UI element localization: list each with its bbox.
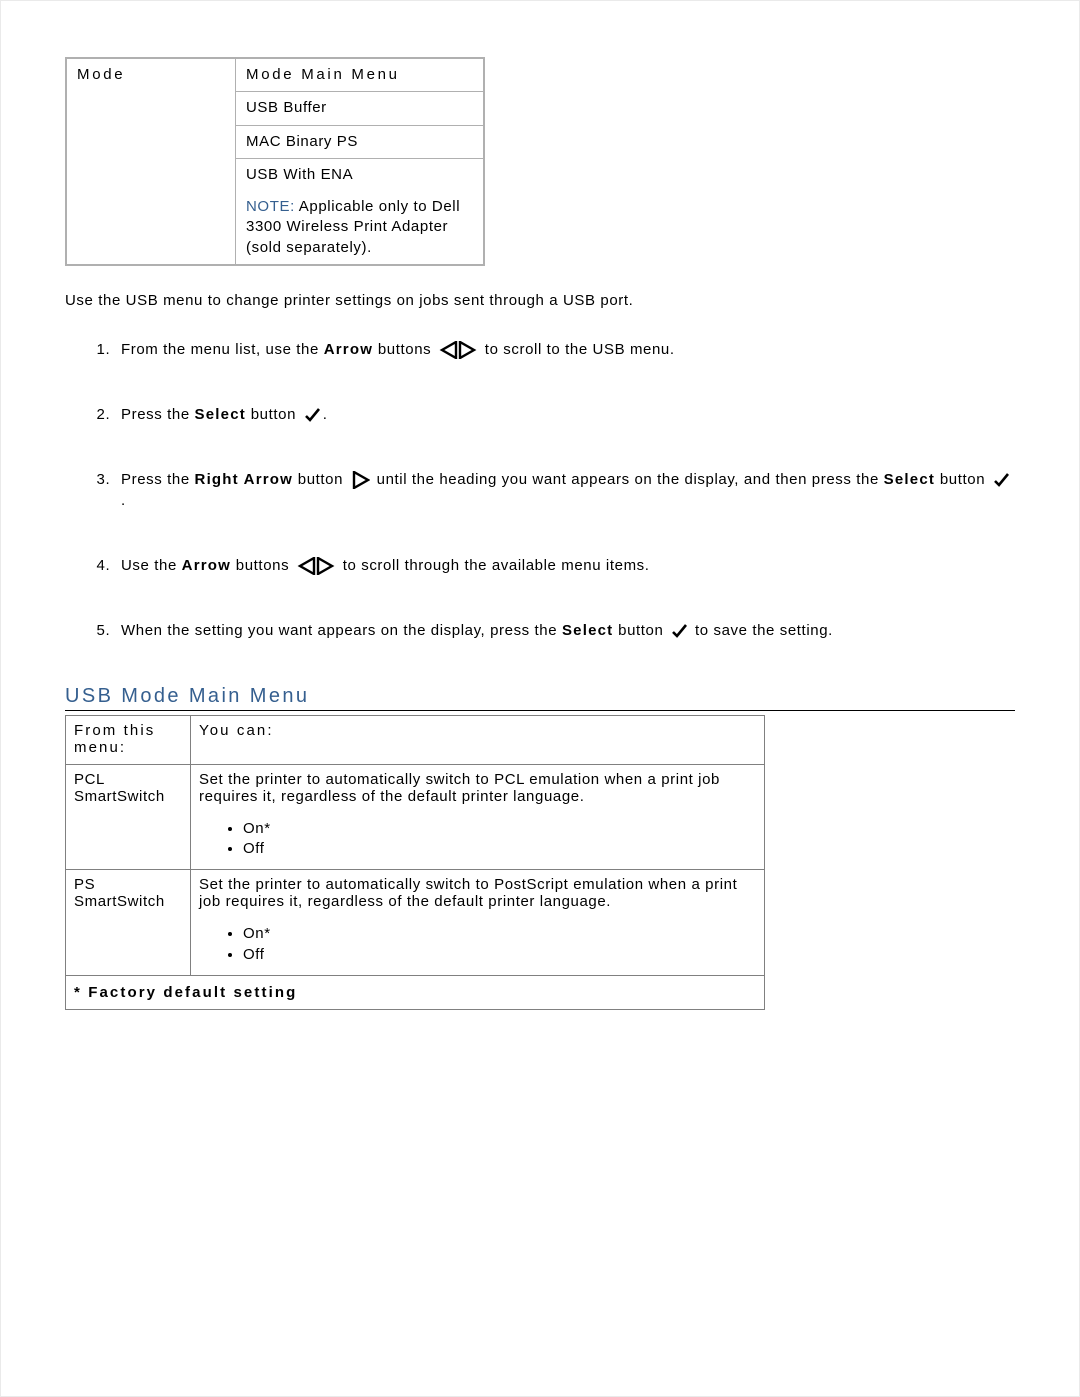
usb-ena-title: USB With ENA — [246, 165, 473, 185]
list-item: On* — [243, 924, 756, 944]
row-desc-ps: Set the printer to automatically switch … — [191, 870, 765, 976]
intro-paragraph: Use the USB menu to change printer setti… — [65, 292, 1015, 309]
check-icon — [992, 471, 1010, 489]
list-item: On* — [243, 819, 756, 839]
table-footer: * Factory default setting — [66, 975, 765, 1009]
mode-table-row-usb-ena: USB With ENA NOTE: Applicable only to De… — [236, 158, 485, 265]
list-item: Off — [243, 839, 756, 859]
note-label: NOTE: — [246, 198, 295, 215]
section-heading-usb-mode: USB Mode Main Menu — [65, 685, 1015, 708]
mode-table-col1: Mode — [66, 58, 236, 265]
col-you-header: You can: — [191, 715, 765, 764]
mode-table-row-usb-buffer: USB Buffer — [236, 92, 485, 125]
row-desc-pcl: Set the printer to automatically switch … — [191, 764, 765, 870]
factory-default-note: * Factory default setting — [66, 975, 765, 1009]
arrow-left-right-icon — [296, 557, 336, 575]
section-rule — [65, 710, 1015, 711]
step-2: Press the Select button . — [115, 404, 1015, 425]
check-icon — [303, 406, 321, 424]
check-icon — [670, 622, 688, 640]
step-4: Use the Arrow buttons to scroll through … — [115, 555, 1015, 576]
mode-table-row-main: Mode Main Menu — [236, 58, 485, 92]
table-row: PS SmartSwitch Set the printer to automa… — [66, 870, 765, 976]
row-menu-pcl: PCL SmartSwitch — [66, 764, 191, 870]
mode-table-row-mac-binary: MAC Binary PS — [236, 125, 485, 158]
list-item: Off — [243, 945, 756, 965]
step-5: When the setting you want appears on the… — [115, 620, 1015, 641]
arrow-right-icon — [350, 471, 370, 489]
row-menu-ps: PS SmartSwitch — [66, 870, 191, 976]
mode-table: Mode Mode Main Menu USB Buffer MAC Binar… — [65, 57, 485, 266]
document-page: Mode Mode Main Menu USB Buffer MAC Binar… — [0, 0, 1080, 1397]
step-1: From the menu list, use the Arrow button… — [115, 339, 1015, 360]
col-from-header: From this menu: — [66, 715, 191, 764]
usb-mode-table: From this menu: You can: PCL SmartSwitch… — [65, 715, 765, 1010]
steps-list: From the menu list, use the Arrow button… — [65, 339, 1015, 641]
arrow-left-right-icon — [438, 341, 478, 359]
table-row: PCL SmartSwitch Set the printer to autom… — [66, 764, 765, 870]
step-3: Press the Right Arrow button until the h… — [115, 469, 1015, 511]
